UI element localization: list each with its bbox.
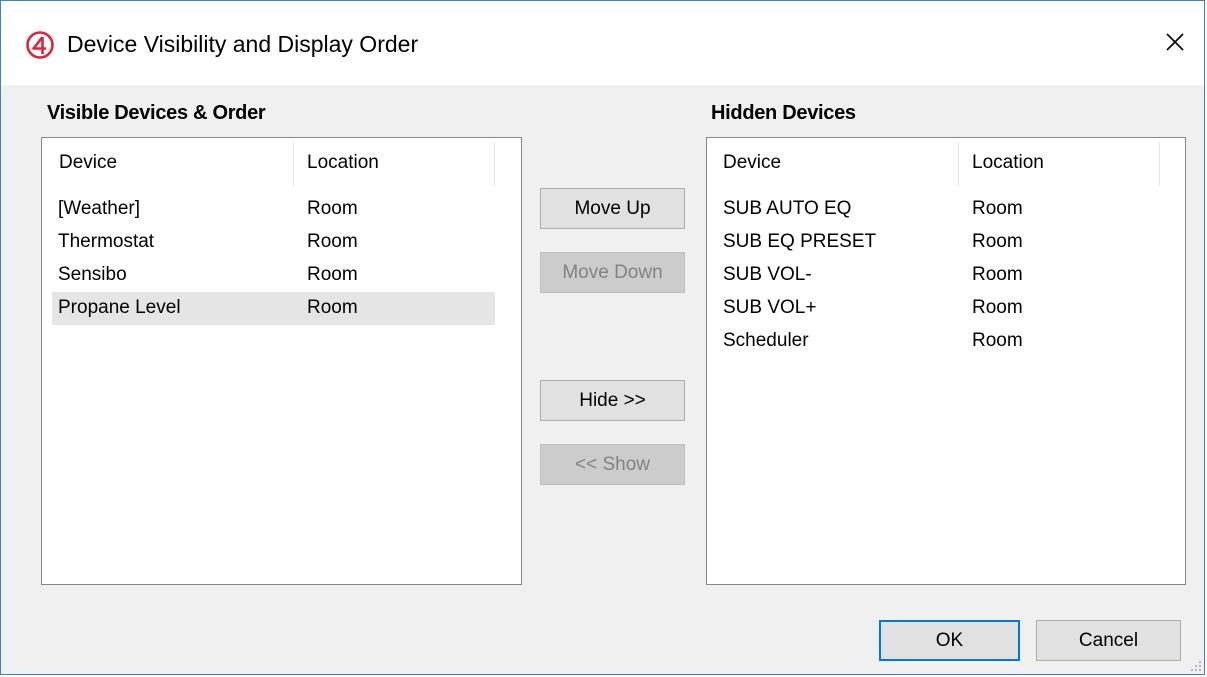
column-header-device[interactable]: Device — [59, 152, 117, 174]
column-divider[interactable] — [1159, 142, 1160, 186]
close-icon — [1166, 33, 1184, 51]
hidden-devices-label: Hidden Devices — [711, 102, 856, 124]
list-item[interactable]: SUB EQ PRESET Room — [717, 226, 1160, 259]
column-divider[interactable] — [494, 142, 495, 186]
move-down-button[interactable]: Move Down — [540, 252, 685, 293]
device-name: Propane Level — [58, 297, 181, 318]
device-location: Room — [307, 297, 358, 318]
list-item[interactable]: SUB AUTO EQ Room — [717, 193, 1160, 226]
hide-button[interactable]: Hide >> — [540, 380, 685, 421]
list-item[interactable]: Scheduler Room — [717, 325, 1160, 358]
column-header-device[interactable]: Device — [723, 152, 781, 174]
column-divider[interactable] — [293, 142, 294, 186]
hidden-list-header: Device Location — [707, 138, 1185, 188]
device-name: SUB AUTO EQ — [723, 198, 852, 219]
list-item[interactable]: SUB VOL+ Room — [717, 292, 1160, 325]
device-name: Sensibo — [58, 264, 127, 285]
device-location: Room — [972, 231, 1023, 252]
move-up-button[interactable]: Move Up — [540, 188, 685, 229]
list-item[interactable]: Propane Level Room — [52, 292, 495, 325]
list-item[interactable]: Sensibo Room — [52, 259, 495, 292]
device-location: Room — [307, 198, 358, 219]
control4-logo-icon — [26, 31, 54, 59]
visible-list-header: Device Location — [42, 138, 521, 188]
list-item[interactable]: [Weather] Room — [52, 193, 495, 226]
device-name: SUB EQ PRESET — [723, 231, 877, 252]
column-header-location[interactable]: Location — [972, 152, 1044, 174]
device-name: Thermostat — [58, 231, 155, 252]
window-title: Device Visibility and Display Order — [67, 31, 419, 57]
device-name: [Weather] — [58, 198, 141, 219]
device-location: Room — [972, 297, 1023, 318]
device-name: Scheduler — [723, 330, 809, 351]
title-bar: Device Visibility and Display Order — [1, 1, 1204, 85]
column-divider[interactable] — [958, 142, 959, 186]
device-location: Room — [972, 330, 1023, 351]
device-location: Room — [307, 231, 358, 252]
device-name: SUB VOL+ — [723, 297, 817, 318]
visible-devices-label: Visible Devices & Order — [47, 102, 266, 124]
device-name: SUB VOL- — [723, 264, 812, 285]
resize-grip-icon[interactable] — [1188, 658, 1202, 672]
hidden-devices-list[interactable]: Device Location SUB AUTO EQ Room SUB EQ PR… — [706, 137, 1186, 585]
list-item[interactable]: SUB VOL- Room — [717, 259, 1160, 292]
show-button[interactable]: << Show — [540, 444, 685, 485]
device-location: Room — [972, 198, 1023, 219]
ok-button[interactable]: OK — [879, 620, 1020, 661]
close-button[interactable] — [1160, 27, 1190, 57]
device-location: Room — [972, 264, 1023, 285]
device-location: Room — [307, 264, 358, 285]
dialog-window: Device Visibility and Display Order Visi… — [0, 0, 1205, 675]
cancel-button[interactable]: Cancel — [1036, 620, 1181, 661]
column-header-location[interactable]: Location — [307, 152, 379, 174]
list-item[interactable]: Thermostat Room — [52, 226, 495, 259]
visible-devices-list[interactable]: Device Location [Weather] Room Thermostat R… — [41, 137, 522, 585]
